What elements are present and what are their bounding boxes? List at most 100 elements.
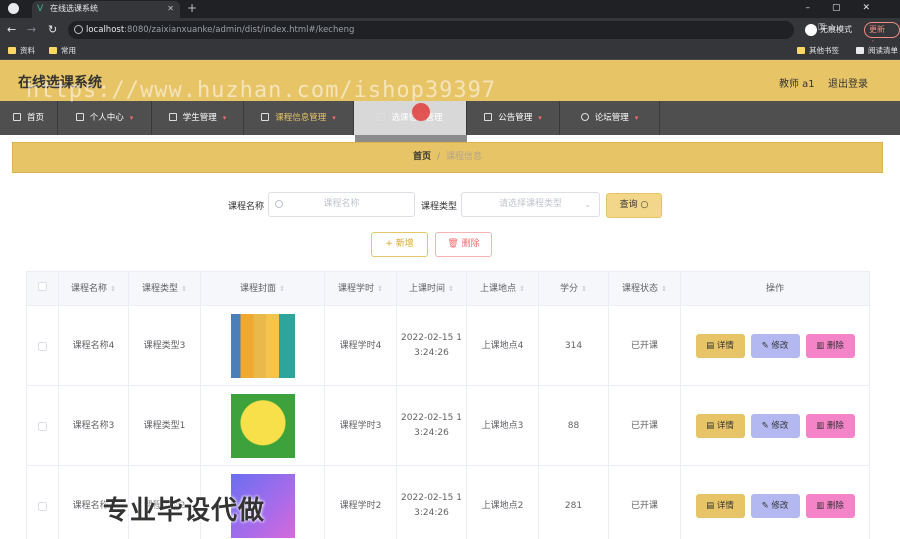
col-header[interactable]: 课程学时 ⇕: [325, 272, 397, 306]
folder-icon: [797, 47, 805, 54]
update-button[interactable]: 更新 ⋮: [864, 22, 900, 48]
url-host: localhost: [86, 25, 125, 35]
url-field[interactable]: localhost:8080/zaixianxuanke/admin/dist/…: [68, 21, 794, 39]
row-checkbox[interactable]: [38, 341, 47, 351]
class-time-line: 2022-02-15 1: [401, 333, 462, 343]
menu-item-forum-mgmt[interactable]: 论坛管理 ▾: [560, 101, 660, 135]
col-header[interactable]: 课程类型 ⇕: [129, 272, 201, 306]
menu-label: 学生管理: [182, 113, 217, 123]
menu-item-notice-mgmt[interactable]: 公告管理 ▾: [467, 101, 560, 135]
menu-item-personal-center[interactable]: 个人中心 ▾: [58, 101, 152, 135]
sort-icon[interactable]: ⇕: [448, 285, 454, 293]
col-header[interactable]: 上课时间 ⇕: [397, 272, 467, 306]
sort-icon[interactable]: ⇕: [110, 285, 116, 293]
col-header-label: 课程状态: [622, 284, 659, 294]
menu-item-student-mgmt[interactable]: 学生管理 ▾: [152, 101, 244, 135]
col-header[interactable]: 上课地点 ⇕: [467, 272, 539, 306]
sort-icon[interactable]: ⇕: [519, 285, 525, 293]
browser-tab[interactable]: V 在线选课系统 ✕: [32, 1, 180, 18]
forward-icon[interactable]: →: [27, 22, 36, 38]
col-header[interactable]: 学分 ⇕: [539, 272, 609, 306]
window-controls[interactable]: –▢✕: [805, 0, 892, 17]
pencil-icon: ✎: [761, 501, 769, 511]
back-icon[interactable]: ←: [7, 22, 16, 38]
class-time-line: 3:24:26: [414, 428, 449, 438]
breadcrumb-home[interactable]: 首页: [413, 152, 431, 162]
cell-operations: ▤ 详情 ✎ 修改 ▥ 删除: [681, 466, 869, 539]
logout-link[interactable]: 退出登录: [828, 75, 868, 90]
menu-list-icon: [261, 113, 270, 121]
table-row[interactable]: 课程名称3 课程类型1 课程学时3 2022-02-15 1 3:24:26 上课…: [26, 386, 870, 466]
reload-icon[interactable]: ↻: [48, 22, 57, 38]
col-header-label: 课程学时: [338, 284, 375, 294]
cell-course-hours: 课程学时3: [325, 386, 397, 466]
bookmark-item[interactable]: 阅读清单: [856, 42, 898, 59]
bookmark-item[interactable]: 资料: [8, 42, 35, 59]
query-button[interactable]: 查询 ○: [606, 193, 662, 218]
row-checkbox[interactable]: [38, 421, 47, 431]
batch-delete-button[interactable]: 🗑 删除: [435, 232, 492, 257]
menu-item-home[interactable]: 首页: [0, 101, 58, 135]
delete-button[interactable]: ▥ 删除: [805, 494, 855, 518]
detail-button[interactable]: ▤ 详情: [695, 334, 745, 358]
course-name-placeholder: 课程名称: [323, 199, 360, 209]
select-all-checkbox[interactable]: [38, 282, 47, 291]
col-header[interactable]: 课程封面 ⇕: [201, 272, 325, 306]
query-label: 查询: [619, 200, 638, 210]
sort-icon[interactable]: ⇕: [581, 285, 587, 293]
edit-button[interactable]: ✎ 修改: [750, 414, 800, 438]
col-header[interactable]: 课程名称 ⇕: [59, 272, 129, 306]
course-name-input[interactable]: 课程名称: [268, 192, 415, 217]
sort-icon[interactable]: ⇕: [279, 285, 285, 293]
edit-button[interactable]: ✎ 修改: [750, 494, 800, 518]
delete-button[interactable]: ▥ 删除: [805, 414, 855, 438]
chevron-down-icon: ▾: [129, 114, 134, 122]
col-header[interactable]: 课程状态 ⇕: [609, 272, 681, 306]
bookmark-label: 其他书签: [809, 46, 839, 55]
top-menu: 首页 个人中心 ▾ 学生管理 ▾ 课程信息管理 ▾ 选课信息管理 公告管理 ▾ 论坛管理…: [0, 101, 900, 135]
cell-credit: 314: [539, 306, 609, 386]
sort-icon[interactable]: ⇕: [181, 285, 187, 293]
delete-label: 删除: [826, 341, 844, 351]
edit-button[interactable]: ✎ 修改: [750, 334, 800, 358]
sort-icon[interactable]: ⇕: [377, 285, 383, 293]
menu-item-selection-info-mgmt[interactable]: 选课信息管理: [354, 101, 467, 135]
tab-close-icon[interactable]: ✕: [167, 1, 174, 17]
select-all-cell: [27, 272, 59, 306]
trash-icon: ▥: [816, 501, 825, 511]
add-button[interactable]: + 新增: [371, 232, 428, 257]
col-header-label: 上课地点: [480, 284, 517, 294]
site-info-icon[interactable]: [74, 25, 83, 34]
pencil-icon: ✎: [761, 341, 769, 351]
tab-title: 在线选课系统: [50, 4, 98, 13]
course-type-select[interactable]: 请选择课程类型 ⌄: [461, 192, 600, 217]
cell-course-hours: 课程学时2: [325, 466, 397, 539]
table-row[interactable]: 课程名称4 课程类型3 课程学时4 2022-02-15 1 3:24:26 上课…: [26, 306, 870, 386]
doc-icon: ▤: [706, 421, 715, 431]
new-tab-icon[interactable]: +: [187, 0, 197, 17]
menu-label: 论坛管理: [594, 113, 629, 123]
notice-icon: [484, 113, 493, 121]
menu-item-course-info-mgmt[interactable]: 课程信息管理 ▾: [244, 101, 354, 135]
detail-button[interactable]: ▤ 详情: [695, 494, 745, 518]
detail-label: 详情: [716, 421, 734, 431]
incognito-indicator[interactable]: 无痕模式: [805, 22, 852, 38]
course-cover-image[interactable]: [230, 314, 295, 378]
breadcrumb: 首页 / 课程信息: [12, 142, 883, 173]
col-header-label: 课程封面: [240, 284, 277, 294]
url-path: :8080/zaixianxuanke/admin/dist/index.htm…: [124, 25, 355, 35]
bookmark-item[interactable]: 其他书签: [797, 42, 839, 59]
folder-icon: [8, 47, 16, 54]
sort-icon[interactable]: ⇕: [661, 285, 667, 293]
chrome-icon[interactable]: [8, 3, 19, 14]
detail-button[interactable]: ▤ 详情: [695, 414, 745, 438]
bookmark-item[interactable]: 常用: [49, 42, 76, 59]
folder-icon: [49, 47, 57, 54]
course-cover-image[interactable]: [230, 394, 295, 458]
doc-icon: ▤: [706, 501, 715, 511]
row-checkbox[interactable]: [38, 501, 47, 511]
bookmarks-bar: 资料 常用 其他书签 阅读清单: [0, 42, 900, 60]
delete-button[interactable]: ▥ 删除: [805, 334, 855, 358]
col-header-label: 上课时间: [409, 284, 446, 294]
delete-label: 删除: [461, 239, 480, 249]
